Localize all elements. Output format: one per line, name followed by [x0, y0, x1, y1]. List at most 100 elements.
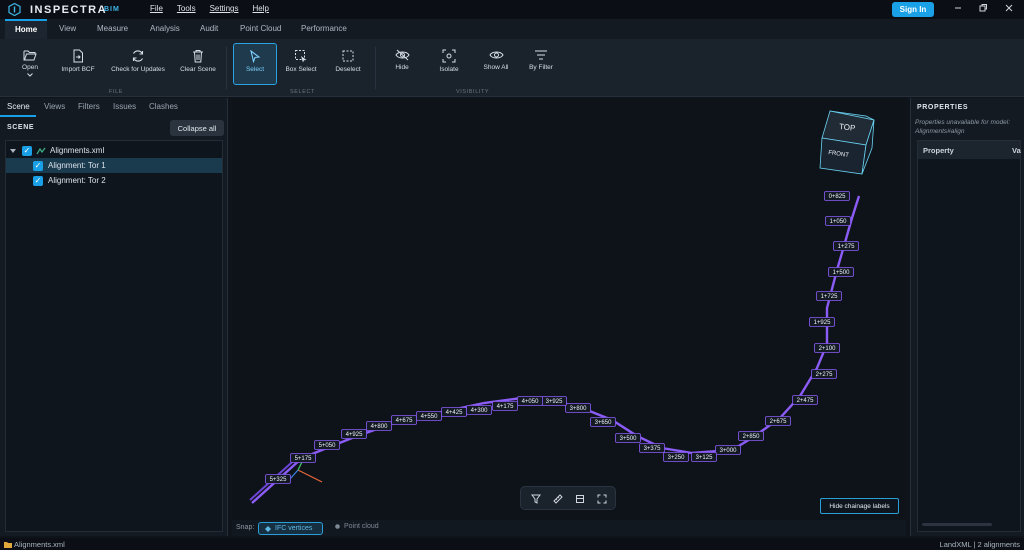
tab-measure[interactable]: Measure	[97, 19, 128, 39]
box-select-button[interactable]: Box Select	[284, 43, 318, 89]
by-filter-label: By Filter	[529, 64, 553, 71]
snap-label: Snap:	[236, 524, 255, 531]
tab-home[interactable]: Home	[5, 19, 48, 39]
tab-clashes[interactable]: Clashes	[149, 102, 178, 111]
minimize-icon[interactable]	[951, 3, 965, 17]
status-bar: Alignments.xml LandXML | 2 alignments	[0, 538, 1024, 550]
tree-root-row[interactable]: ✓ Alignments.xml	[6, 143, 222, 158]
app-brand-sub: BIM	[104, 6, 120, 13]
tab-analysis[interactable]: Analysis	[150, 19, 180, 39]
tab-filters[interactable]: Filters	[78, 102, 100, 111]
tab-scene[interactable]: Scene	[7, 102, 30, 111]
status-summary: LandXML | 2 alignments	[939, 540, 1020, 549]
menu-help[interactable]: Help	[252, 4, 268, 13]
open-label: Open	[22, 64, 38, 71]
tab-views[interactable]: Views	[44, 102, 65, 111]
view-cube-top-label: TOP	[839, 122, 856, 133]
menu-settings[interactable]: Settings	[210, 4, 239, 13]
hide-chainage-labels-button[interactable]: Hide chainage labels	[820, 498, 899, 514]
chainage-label: 2+850	[743, 434, 761, 440]
select-button[interactable]: Select	[233, 43, 277, 85]
properties-header-row: Property Va	[918, 141, 1021, 159]
chainage-label: 3+500	[620, 436, 638, 442]
close-icon[interactable]	[1002, 3, 1016, 17]
hide-button[interactable]: Hide	[391, 43, 413, 89]
alignment-file-icon	[36, 147, 46, 154]
properties-heading: PROPERTIES	[917, 104, 969, 111]
tab-view[interactable]: View	[59, 19, 76, 39]
snap-point-cloud-label: Point cloud	[344, 523, 379, 530]
hide-label: Hide	[395, 64, 409, 71]
show-all-button[interactable]: Show All	[481, 43, 511, 89]
menu-tools[interactable]: Tools	[177, 4, 196, 13]
isolate-label: Isolate	[439, 66, 459, 73]
deselect-button[interactable]: Deselect	[333, 43, 363, 89]
filter-lines-icon	[535, 50, 547, 60]
scene-tree: ✓ Alignments.xml ✓ Alignment: Tor 1 ✓ Al…	[5, 140, 223, 532]
tab-performance[interactable]: Performance	[301, 19, 347, 39]
check-updates-button[interactable]: Check for Updates	[108, 43, 168, 89]
chainage-label: 2+675	[770, 419, 788, 425]
clear-scene-button[interactable]: Clear Scene	[178, 43, 218, 89]
3d-viewport[interactable]: TOP FRONT 0+825 1+050 1+275 1+500 1+725 1+925…	[232, 98, 906, 520]
chevron-down-icon	[27, 73, 33, 77]
tree-child-label: Alignment: Tor 2	[48, 176, 106, 185]
chainage-label: 3+925	[546, 399, 564, 405]
chainage-label: 1+500	[833, 270, 851, 276]
restore-icon[interactable]	[976, 3, 990, 17]
isolate-button[interactable]: Isolate	[436, 43, 462, 89]
app-logo-icon	[8, 3, 21, 16]
tab-audit[interactable]: Audit	[200, 19, 218, 39]
dot-icon	[335, 524, 340, 529]
child-checkbox[interactable]: ✓	[33, 175, 43, 186]
chevron-down-icon[interactable]	[10, 148, 16, 153]
chainage-label: 3+125	[696, 455, 714, 461]
import-file-icon	[73, 49, 83, 63]
horizontal-scrollbar[interactable]	[922, 523, 992, 526]
alignment-tor-1[interactable]	[251, 195, 861, 504]
by-filter-button[interactable]: By Filter	[527, 43, 555, 89]
chainage-label: 4+175	[497, 404, 515, 410]
chainage-label: 4+425	[446, 410, 464, 416]
import-bcf-button[interactable]: Import BCF	[58, 43, 98, 89]
tree-child-row[interactable]: ✓ Alignment: Tor 1	[6, 158, 222, 173]
snap-point-cloud-toggle[interactable]: Point cloud	[335, 523, 379, 530]
collapse-all-button[interactable]: Collapse all	[170, 120, 224, 136]
active-tab-indicator	[0, 115, 36, 117]
folder-icon	[4, 542, 12, 548]
open-button[interactable]: Open	[14, 43, 46, 89]
properties-table: Property Va	[917, 140, 1021, 532]
root-checkbox[interactable]: ✓	[22, 145, 32, 156]
folder-open-icon	[23, 50, 37, 61]
tab-point-cloud[interactable]: Point Cloud	[240, 19, 281, 39]
scene-heading: SCENE	[7, 124, 35, 131]
filter-icon[interactable]	[531, 494, 541, 504]
check-updates-label: Check for Updates	[111, 66, 165, 73]
properties-note: Properties unavailable for model: Alignm…	[915, 119, 1011, 135]
deselect-label: Deselect	[335, 66, 361, 73]
left-panel-tabs: Scene Views Filters Issues Clashes	[0, 98, 228, 117]
file-group-label: FILE	[109, 89, 124, 95]
eye-icon	[488, 51, 504, 59]
status-file: Alignments.xml	[14, 540, 65, 549]
property-column-header: Property	[923, 145, 954, 155]
view-cube[interactable]: TOP FRONT	[819, 110, 875, 175]
child-checkbox[interactable]: ✓	[33, 160, 43, 171]
tab-issues[interactable]: Issues	[113, 102, 136, 111]
select-group-label: SELECT	[290, 89, 315, 95]
diamond-icon	[265, 525, 271, 532]
snap-ifc-vertices-toggle[interactable]: IFC vertices	[258, 522, 323, 535]
fullscreen-icon[interactable]	[597, 494, 607, 504]
tree-child-row[interactable]: ✓ Alignment: Tor 2	[6, 173, 222, 188]
chainage-label: 3+375	[644, 446, 662, 452]
ruler-icon[interactable]	[553, 494, 563, 504]
alignment-scene[interactable]: TOP FRONT 0+825 1+050 1+275 1+500 1+725 1+925…	[232, 98, 906, 520]
snap-ifc-label: IFC vertices	[275, 525, 313, 532]
chainage-label: 3+650	[595, 420, 613, 426]
menu-file[interactable]: File	[150, 4, 163, 13]
cursor-arrow-icon	[250, 50, 261, 63]
chainage-label: 5+175	[295, 456, 313, 462]
refresh-icon	[132, 50, 144, 62]
sign-in-button[interactable]: Sign In	[892, 2, 934, 17]
section-icon[interactable]	[575, 494, 585, 504]
